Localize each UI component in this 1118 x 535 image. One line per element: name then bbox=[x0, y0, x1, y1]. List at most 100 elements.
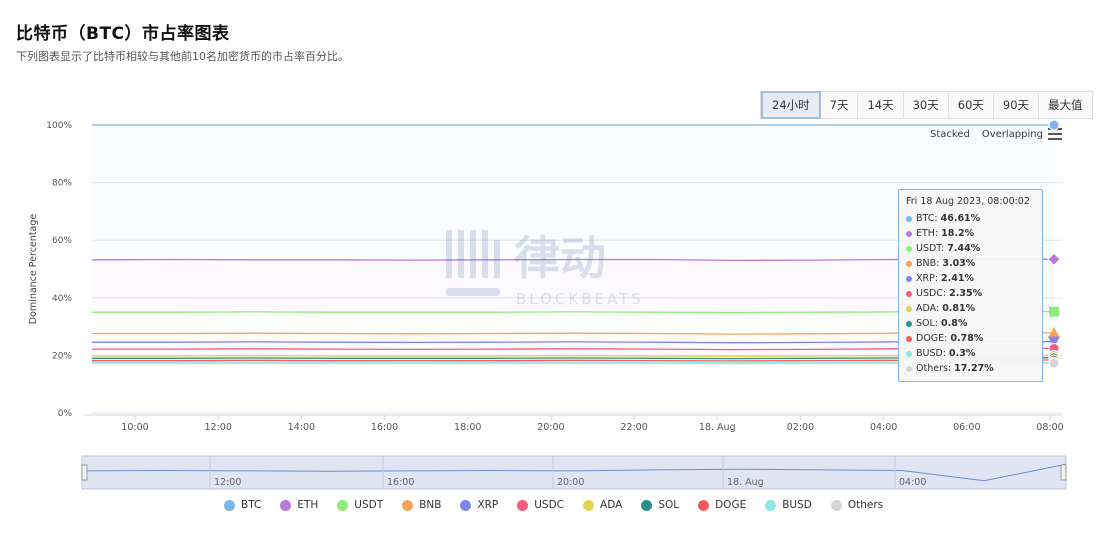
legend-label: ETH bbox=[297, 499, 319, 511]
tooltip-row-bnb: BNB: 3.03% bbox=[906, 256, 1035, 271]
legend-item-sol[interactable]: SOL bbox=[641, 499, 679, 511]
y-tick-label: 20% bbox=[52, 351, 72, 361]
tooltip-dot-icon bbox=[906, 275, 912, 282]
legend-label: ADA bbox=[600, 499, 623, 511]
navigator-tick-label: 18. Aug bbox=[727, 477, 764, 488]
tooltip-series-value: 0.81% bbox=[942, 303, 976, 314]
legend-label: BTC bbox=[241, 499, 262, 511]
legend-item-ada[interactable]: ADA bbox=[583, 499, 622, 511]
tooltip-series-name: ADA: bbox=[916, 303, 940, 314]
tooltip-series-name: DOGE: bbox=[916, 333, 948, 344]
tooltip-row-usdt: USDT: 7.44% bbox=[906, 241, 1035, 256]
legend-label: BUSD bbox=[782, 499, 812, 511]
legend-label: XRP bbox=[477, 499, 499, 511]
tooltip-series-value: 0.8% bbox=[941, 318, 968, 329]
legend-dot-icon bbox=[765, 499, 777, 511]
legend-dot-icon bbox=[337, 499, 349, 511]
legend-item-busd[interactable]: BUSD bbox=[765, 499, 812, 511]
legend-dot-icon bbox=[830, 499, 842, 511]
chart-tooltip: Fri 18 Aug 2023, 08:00:02 BTC: 46.61% ETH:… bbox=[898, 189, 1043, 382]
series-marker-others bbox=[1048, 357, 1060, 369]
tooltip-row-xrp: XRP: 2.41% bbox=[906, 271, 1035, 286]
x-tick-label: 10:00 bbox=[121, 422, 148, 433]
tooltip-series-value: 0.3% bbox=[949, 348, 976, 359]
legend-item-doge[interactable]: DOGE bbox=[698, 499, 746, 511]
tooltip-row-doge: DOGE: 0.78% bbox=[906, 331, 1035, 346]
y-tick-label: 100% bbox=[46, 121, 72, 131]
navigator-handle-right[interactable] bbox=[1060, 464, 1067, 481]
x-tick-label: 22:00 bbox=[620, 422, 647, 433]
legend-dot-icon bbox=[583, 499, 595, 511]
legend-dot-icon bbox=[698, 499, 710, 511]
tooltip-series-name: Others: bbox=[916, 363, 952, 374]
navigator-tick-label: 20:00 bbox=[557, 477, 584, 488]
navigator-tick-label: 12:00 bbox=[214, 477, 241, 488]
x-tick-label: 14:00 bbox=[288, 422, 315, 433]
tooltip-series-value: 2.35% bbox=[949, 288, 983, 299]
x-tick-label: 06:00 bbox=[953, 422, 980, 433]
legend-item-xrp[interactable]: XRP bbox=[460, 499, 498, 511]
tooltip-dot-icon bbox=[906, 305, 912, 312]
legend-label: BNB bbox=[419, 499, 442, 511]
y-axis-title: Dominance Percentage bbox=[28, 214, 39, 325]
tooltip-dot-icon bbox=[906, 290, 912, 297]
tooltip-series-name: BUSD: bbox=[916, 348, 947, 359]
x-tick-label: 04:00 bbox=[870, 422, 897, 433]
series-marker-usdt bbox=[1049, 306, 1059, 317]
tooltip-row-sol: SOL: 0.8% bbox=[906, 316, 1035, 331]
legend-item-bnb[interactable]: BNB bbox=[402, 499, 441, 511]
legend-item-usdt[interactable]: USDT bbox=[337, 499, 383, 511]
legend-label: USDC bbox=[534, 499, 565, 511]
y-tick-label: 60% bbox=[52, 236, 72, 246]
tooltip-row-eth: ETH: 18.2% bbox=[906, 226, 1035, 241]
tooltip-dot-icon bbox=[906, 320, 912, 327]
tooltip-series-value: 2.41% bbox=[941, 273, 975, 284]
legend-label: SOL bbox=[658, 499, 680, 511]
tooltip-series-name: BNB: bbox=[916, 258, 940, 269]
tooltip-dot-icon bbox=[906, 260, 912, 267]
tooltip-series-value: 3.03% bbox=[942, 258, 976, 269]
tooltip-title: Fri 18 Aug 2023, 08:00:02 bbox=[906, 196, 1030, 207]
chart-legend: BTC ETH USDT BNB XRP USDC ADA SOL DOGE BUSD Others bbox=[224, 499, 902, 511]
tooltip-dot-icon bbox=[906, 245, 912, 252]
tooltip-series-value: 0.78% bbox=[950, 333, 984, 344]
legend-item-eth[interactable]: ETH bbox=[280, 499, 318, 511]
y-tick-label: 80% bbox=[52, 179, 72, 189]
navigator-tick-label: 16:00 bbox=[387, 477, 414, 488]
tooltip-dot-icon bbox=[906, 230, 912, 237]
tooltip-dot-icon bbox=[906, 335, 912, 342]
tooltip-series-value: 7.44% bbox=[947, 243, 981, 254]
x-tick-label: 20:00 bbox=[537, 422, 564, 433]
y-tick-label: 40% bbox=[52, 294, 72, 304]
legend-dot-icon bbox=[641, 499, 653, 511]
tooltip-dot-icon bbox=[906, 350, 912, 357]
tooltip-series-value: 17.27% bbox=[954, 363, 994, 374]
legend-dot-icon bbox=[517, 499, 529, 511]
tooltip-series-name: USDT: bbox=[916, 243, 945, 254]
legend-item-usdc[interactable]: USDC bbox=[517, 499, 564, 511]
navigator-handle-left[interactable] bbox=[81, 464, 88, 481]
tooltip-series-value: 46.61% bbox=[940, 213, 981, 224]
tooltip-dot-icon bbox=[906, 365, 912, 372]
x-tick-label: 12:00 bbox=[204, 422, 231, 433]
y-tick-label: 0% bbox=[58, 409, 73, 419]
legend-dot-icon bbox=[224, 499, 235, 511]
legend-dot-icon bbox=[402, 499, 414, 511]
tooltip-series-name: XRP: bbox=[916, 273, 939, 284]
legend-dot-icon bbox=[280, 499, 292, 511]
tooltip-dot-icon bbox=[906, 215, 912, 222]
legend-label: DOGE bbox=[715, 499, 747, 511]
tooltip-series-name: USDC: bbox=[916, 288, 947, 299]
x-tick-label: 16:00 bbox=[371, 422, 398, 433]
series-marker-btc bbox=[1048, 119, 1060, 131]
tooltip-series-name: BTC: bbox=[916, 213, 938, 224]
tooltip-row-btc: BTC: 46.61% bbox=[906, 211, 1035, 226]
x-tick-label: 18. Aug bbox=[699, 422, 736, 433]
legend-label: USDT bbox=[354, 499, 384, 511]
legend-item-others[interactable]: Others bbox=[830, 499, 883, 511]
legend-item-btc[interactable]: BTC bbox=[224, 499, 261, 511]
legend-dot-icon bbox=[460, 499, 472, 511]
x-tick-label: 08:00 bbox=[1036, 422, 1063, 433]
navigator-tick-label: 04:00 bbox=[899, 477, 926, 488]
tooltip-row-busd: BUSD: 0.3% bbox=[906, 346, 1035, 361]
